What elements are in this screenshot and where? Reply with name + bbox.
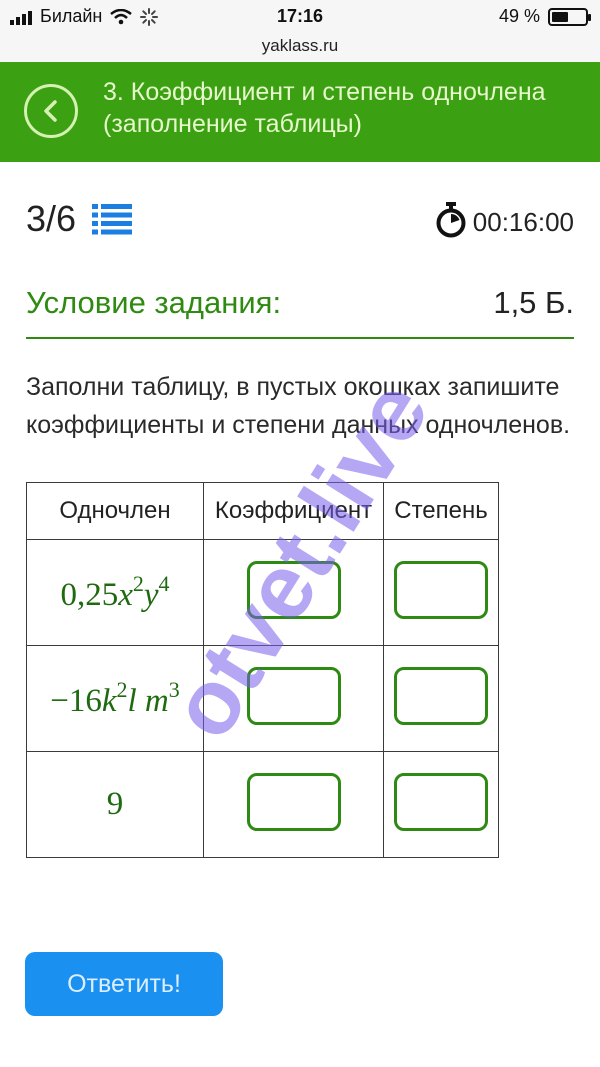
table-row: −16k2l m3 [26, 645, 499, 752]
divider [26, 337, 574, 339]
status-bar: Билайн 17:16 49 % yaklass.ru [0, 0, 600, 62]
degree-input-3[interactable] [394, 773, 488, 831]
table-row: 0,25x2y4 [26, 539, 499, 646]
chevron-left-icon [44, 100, 57, 122]
stopwatch-icon [436, 202, 466, 238]
timer: 00:16:00 [472, 207, 574, 237]
battery-level [552, 11, 568, 22]
degree-cell [383, 539, 499, 646]
points-badge: 1,5 Б. [493, 285, 574, 320]
coefficient-input-2[interactable] [246, 667, 341, 725]
url-bar[interactable]: yaklass.ru [0, 36, 600, 56]
battery-icon [548, 7, 591, 26]
lesson-title: 3. Коэффициент и степень одночлена (запо… [103, 78, 546, 138]
degree-cell [383, 751, 499, 858]
lesson-header: 3. Коэффициент и степень одночлена (запо… [0, 62, 600, 162]
back-button[interactable] [24, 84, 78, 138]
monomial-1: 0,25x2y4 [60, 571, 170, 613]
degree-input-2[interactable] [394, 667, 488, 725]
degree-input-1[interactable] [394, 561, 488, 619]
coefficient-input-3[interactable] [246, 773, 341, 831]
column-header-degree: Степень [383, 482, 499, 540]
table-row: 9 [26, 751, 499, 858]
condition-title: Условие задания: [26, 285, 282, 320]
column-header-monomial: Одночлен [26, 482, 204, 540]
monomial-2: −16k2l m3 [50, 677, 180, 719]
monomial-cell: 9 [26, 751, 204, 858]
list-icon[interactable] [92, 202, 132, 236]
monomial-cell: −16k2l m3 [26, 645, 204, 752]
table-header-row: Одночлен Коэффициент Степень [26, 482, 499, 540]
task-text: Заполни таблицу, в пустых окошках запиши… [26, 373, 571, 439]
coefficient-cell [203, 751, 384, 858]
coefficient-cell [203, 539, 384, 646]
monomial-3: 9 [106, 786, 124, 822]
submit-button[interactable]: Ответить! [25, 952, 223, 1016]
column-header-coefficient: Коэффициент [203, 482, 384, 540]
battery-group: 49 % [498, 6, 591, 27]
coefficient-cell [203, 645, 384, 752]
battery-percent: 49 % [498, 6, 540, 26]
coefficient-input-1[interactable] [246, 561, 341, 619]
monomial-cell: 0,25x2y4 [26, 539, 204, 646]
question-counter: 3/6 [26, 198, 77, 239]
degree-cell [383, 645, 499, 752]
answer-table: Одночлен Коэффициент Степень 0,25x2y4 −1… [26, 482, 499, 858]
